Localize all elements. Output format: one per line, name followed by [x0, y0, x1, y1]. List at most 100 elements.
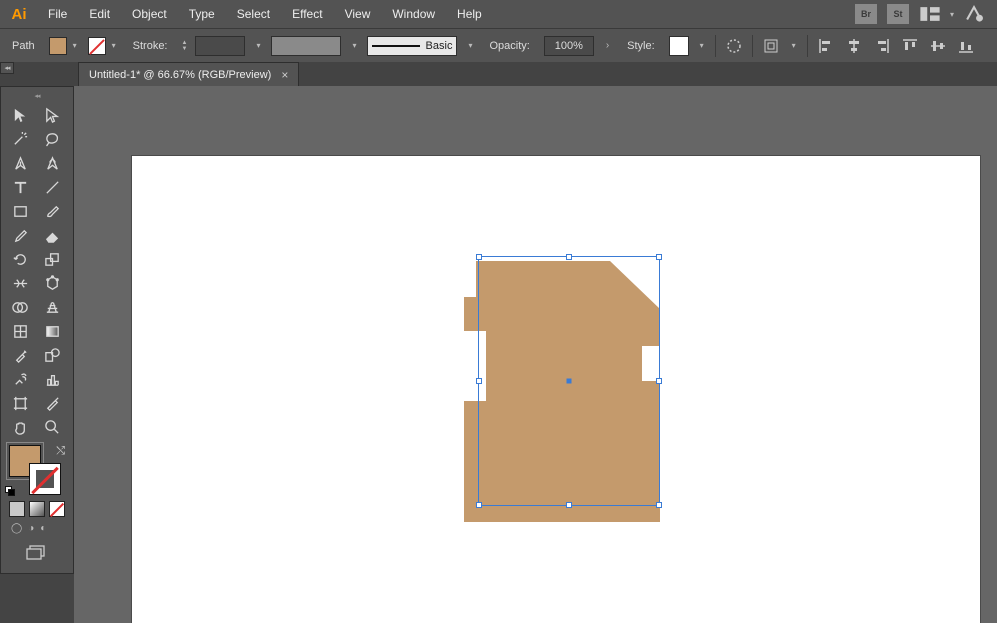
stroke-weight-input[interactable] — [195, 36, 245, 56]
mesh-tool[interactable] — [5, 319, 35, 343]
align-right-icon[interactable] — [872, 36, 892, 56]
direct-selection-tool[interactable] — [37, 103, 67, 127]
zoom-tool[interactable] — [37, 415, 67, 439]
selection-tool[interactable] — [5, 103, 35, 127]
gpu-preview-icon[interactable] — [963, 4, 985, 24]
recolor-artwork-icon[interactable] — [724, 36, 744, 56]
swap-fill-stroke-icon[interactable]: ⤭ — [56, 445, 65, 458]
tools-panel-grip[interactable]: ◂◂ — [5, 91, 69, 101]
bridge-icon[interactable]: Br — [855, 4, 877, 24]
menu-edit[interactable]: Edit — [79, 3, 120, 25]
align-vcenter-icon[interactable] — [928, 36, 948, 56]
draw-inside-icon[interactable]: ◐ — [40, 523, 46, 534]
gradient-tool[interactable] — [37, 319, 67, 343]
handle-tl[interactable] — [476, 254, 482, 260]
brush-definition[interactable]: Basic — [367, 36, 457, 56]
close-icon[interactable]: × — [281, 68, 288, 82]
vwp-caret-icon[interactable]: ▾ — [349, 41, 359, 50]
arrange-documents-icon[interactable] — [919, 4, 941, 24]
align-top-icon[interactable] — [900, 36, 920, 56]
draw-normal-icon[interactable]: ◯ — [11, 523, 22, 534]
menu-effect[interactable]: Effect — [282, 3, 332, 25]
rotate-tool[interactable] — [5, 247, 35, 271]
stock-icon[interactable]: St — [887, 4, 909, 24]
hand-tool[interactable] — [5, 415, 35, 439]
handle-bl[interactable] — [476, 502, 482, 508]
free-transform-tool[interactable] — [37, 271, 67, 295]
draw-mode-row: ◯ ◑ ◐ — [5, 523, 69, 534]
handle-mr[interactable] — [656, 378, 662, 384]
document-tab[interactable]: Untitled-1* @ 66.67% (RGB/Preview) × — [78, 62, 299, 86]
magic-wand-tool[interactable] — [5, 127, 35, 151]
symbol-sprayer-tool[interactable] — [5, 367, 35, 391]
menu-type[interactable]: Type — [179, 3, 225, 25]
curvature-tool[interactable] — [37, 151, 67, 175]
brush-caret-icon[interactable]: ▾ — [465, 41, 475, 50]
menu-help[interactable]: Help — [447, 3, 492, 25]
handle-tr[interactable] — [656, 254, 662, 260]
menubar: Ai File Edit Object Type Select Effect V… — [0, 0, 997, 28]
variable-width-profile[interactable] — [271, 36, 341, 56]
stroke-swatch-group[interactable]: ▾ — [88, 37, 119, 55]
artboard-tool[interactable] — [5, 391, 35, 415]
eraser-tool[interactable] — [37, 223, 67, 247]
perspective-grid-tool[interactable] — [37, 295, 67, 319]
app-logo[interactable]: Ai — [8, 3, 30, 25]
column-graph-tool[interactable] — [37, 367, 67, 391]
selection-center-point[interactable] — [567, 379, 572, 384]
fill-swatch[interactable] — [49, 37, 67, 55]
menu-select[interactable]: Select — [227, 3, 280, 25]
stroke-weight-stepper[interactable]: ▲▼ — [182, 40, 188, 52]
draw-behind-icon[interactable]: ◑ — [28, 523, 34, 534]
pencil-tool[interactable] — [5, 223, 35, 247]
divider — [807, 35, 808, 57]
fill-caret-icon[interactable]: ▾ — [70, 41, 80, 50]
rectangle-tool[interactable] — [5, 199, 35, 223]
align-left-icon[interactable] — [816, 36, 836, 56]
handle-bc[interactable] — [566, 502, 572, 508]
menu-object[interactable]: Object — [122, 3, 177, 25]
stroke-swatch[interactable] — [88, 37, 106, 55]
default-fill-stroke-icon[interactable] — [5, 486, 16, 497]
color-mode-color[interactable] — [9, 501, 25, 517]
style-caret-icon[interactable]: ▾ — [697, 41, 707, 50]
type-tool[interactable] — [5, 175, 35, 199]
screen-mode-icon[interactable] — [26, 544, 48, 563]
menu-file[interactable]: File — [38, 3, 77, 25]
selection-bounding-box[interactable] — [478, 256, 660, 506]
color-mode-none[interactable] — [49, 501, 65, 517]
width-tool[interactable] — [5, 271, 35, 295]
lasso-tool[interactable] — [37, 127, 67, 151]
align-caret-icon[interactable]: ▾ — [789, 41, 799, 50]
artboard[interactable] — [132, 156, 980, 623]
eyedropper-tool[interactable] — [5, 343, 35, 367]
opacity-caret-icon[interactable]: › — [602, 40, 613, 51]
workarea[interactable] — [74, 86, 997, 623]
scale-tool[interactable] — [37, 247, 67, 271]
stroke-weight-caret-icon[interactable]: ▾ — [253, 41, 263, 50]
arrange-caret-icon[interactable]: ▾ — [947, 10, 957, 19]
paintbrush-tool[interactable] — [37, 199, 67, 223]
handle-br[interactable] — [656, 502, 662, 508]
control-bar: Path ▾ ▾ Stroke: ▲▼ ▾ ▾ Basic ▾ Opacity:… — [0, 28, 997, 62]
handle-tc[interactable] — [566, 254, 572, 260]
align-bottom-icon[interactable] — [956, 36, 976, 56]
stroke-caret-icon[interactable]: ▾ — [109, 41, 119, 50]
graphic-style-swatch[interactable] — [669, 36, 689, 56]
menu-window[interactable]: Window — [382, 3, 445, 25]
handle-ml[interactable] — [476, 378, 482, 384]
panel-collapse-grip[interactable]: ◂◂ — [0, 62, 14, 74]
blend-tool[interactable] — [37, 343, 67, 367]
line-segment-tool[interactable] — [37, 175, 67, 199]
shape-builder-tool[interactable] — [5, 295, 35, 319]
opacity-input[interactable]: 100% — [544, 36, 594, 56]
pen-tool[interactable] — [5, 151, 35, 175]
color-mode-row — [5, 501, 69, 517]
align-hcenter-icon[interactable] — [844, 36, 864, 56]
fill-swatch-group[interactable]: ▾ — [49, 37, 80, 55]
slice-tool[interactable] — [37, 391, 67, 415]
align-panel-icon[interactable] — [761, 36, 781, 56]
menu-view[interactable]: View — [335, 3, 381, 25]
color-mode-gradient[interactable] — [29, 501, 45, 517]
toolbox-stroke-swatch[interactable] — [29, 463, 61, 495]
